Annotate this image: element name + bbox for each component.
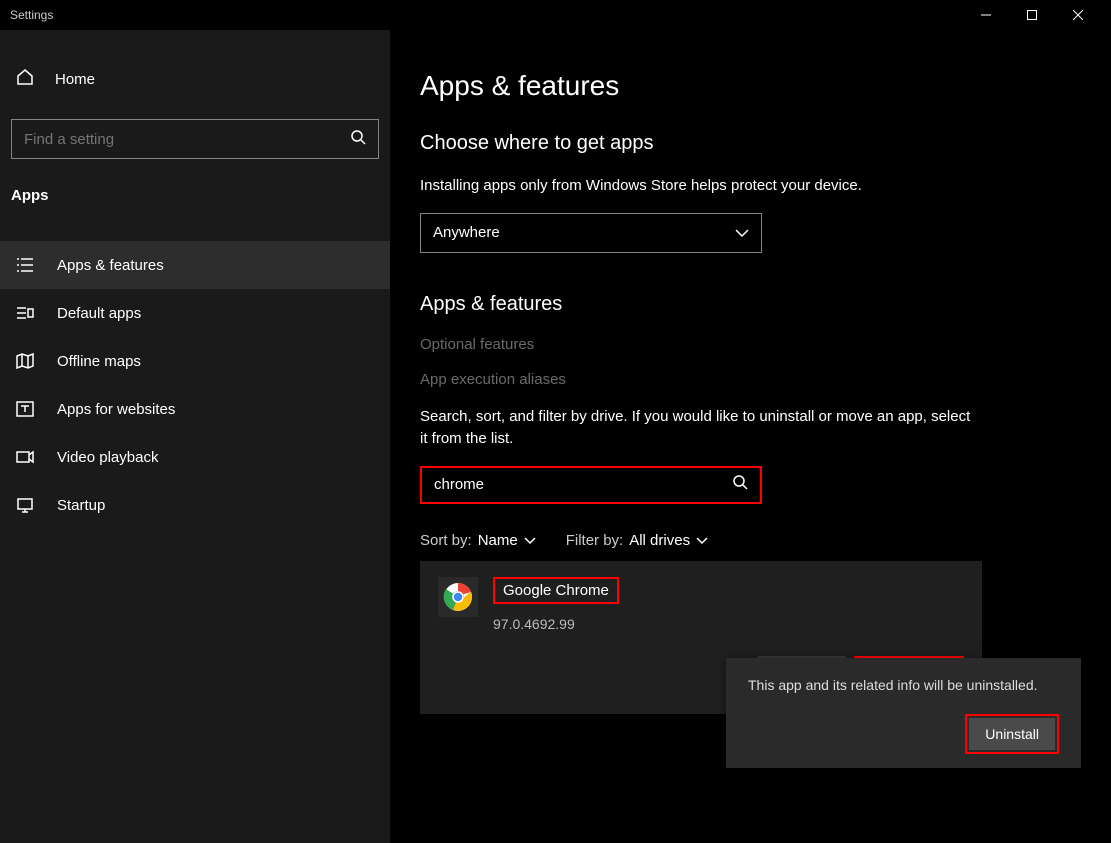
- chevron-down-icon: [524, 537, 536, 544]
- choose-apps-title: Choose where to get apps: [420, 132, 1081, 155]
- install-source-dropdown[interactable]: Anywhere: [420, 213, 762, 253]
- maximize-button[interactable]: [1009, 0, 1055, 30]
- titlebar: Settings: [0, 0, 1111, 30]
- apps-section-desc: Search, sort, and filter by drive. If yo…: [420, 406, 980, 451]
- apps-websites-icon: [15, 399, 35, 419]
- popup-message: This app and its related info will be un…: [748, 676, 1059, 696]
- settings-search[interactable]: [11, 119, 379, 159]
- nav-video-playback[interactable]: Video playback: [0, 433, 390, 481]
- home-label: Home: [55, 71, 95, 88]
- app-search[interactable]: [420, 466, 762, 504]
- home-icon: [15, 67, 35, 92]
- chevron-down-icon: [696, 537, 708, 544]
- search-icon: [350, 129, 366, 150]
- settings-search-input[interactable]: [24, 131, 350, 148]
- offline-maps-icon: [15, 351, 35, 371]
- nav-label: Apps for websites: [57, 401, 175, 418]
- chrome-icon: [438, 577, 478, 617]
- app-name: Google Chrome: [493, 577, 619, 604]
- minimize-button[interactable]: [963, 0, 1009, 30]
- dropdown-value: Anywhere: [433, 224, 735, 241]
- startup-icon: [15, 495, 35, 515]
- sort-value: Name: [478, 532, 518, 549]
- choose-apps-desc: Installing apps only from Windows Store …: [420, 175, 980, 198]
- nav-label: Apps & features: [57, 257, 164, 274]
- nav-label: Default apps: [57, 305, 141, 322]
- nav-label: Offline maps: [57, 353, 141, 370]
- app-aliases-link[interactable]: App execution aliases: [420, 371, 1081, 388]
- popup-uninstall-button[interactable]: Uninstall: [969, 718, 1055, 750]
- apps-features-icon: [15, 255, 35, 275]
- nav-apps-websites[interactable]: Apps for websites: [0, 385, 390, 433]
- maximize-icon: [1027, 10, 1037, 20]
- uninstall-popup: This app and its related info will be un…: [726, 658, 1081, 768]
- nav-apps-features[interactable]: Apps & features: [0, 241, 390, 289]
- nav-default-apps[interactable]: Default apps: [0, 289, 390, 337]
- window-controls: [963, 0, 1101, 30]
- filter-label: Filter by:: [566, 532, 624, 549]
- sort-label: Sort by:: [420, 532, 472, 549]
- app-search-input[interactable]: [434, 476, 732, 493]
- filter-value: All drives: [629, 532, 690, 549]
- nav-startup[interactable]: Startup: [0, 481, 390, 529]
- close-icon: [1073, 10, 1083, 20]
- nav-offline-maps[interactable]: Offline maps: [0, 337, 390, 385]
- optional-features-link[interactable]: Optional features: [420, 336, 1081, 353]
- filter-by[interactable]: Filter by: All drives: [566, 532, 708, 549]
- nav-label: Startup: [57, 497, 105, 514]
- apps-features-title: Apps & features: [420, 293, 1081, 316]
- sidebar-section-header: Apps: [0, 179, 390, 216]
- video-playback-icon: [15, 447, 35, 467]
- sidebar: Home Apps Apps & features Default ap: [0, 30, 390, 843]
- sort-filter-bar: Sort by: Name Filter by: All drives: [420, 532, 1081, 549]
- home-nav[interactable]: Home: [0, 55, 390, 104]
- search-icon: [732, 474, 748, 495]
- minimize-icon: [981, 10, 991, 20]
- default-apps-icon: [15, 303, 35, 323]
- sort-by[interactable]: Sort by: Name: [420, 532, 536, 549]
- chevron-down-icon: [735, 229, 749, 237]
- window-title: Settings: [10, 8, 53, 22]
- close-button[interactable]: [1055, 0, 1101, 30]
- page-title: Apps & features: [420, 70, 1081, 102]
- content-area: Apps & features Choose where to get apps…: [390, 30, 1111, 843]
- nav-label: Video playback: [57, 449, 158, 466]
- sidebar-nav: Apps & features Default apps Offline map…: [0, 241, 390, 529]
- app-version: 97.0.4692.99: [493, 616, 619, 632]
